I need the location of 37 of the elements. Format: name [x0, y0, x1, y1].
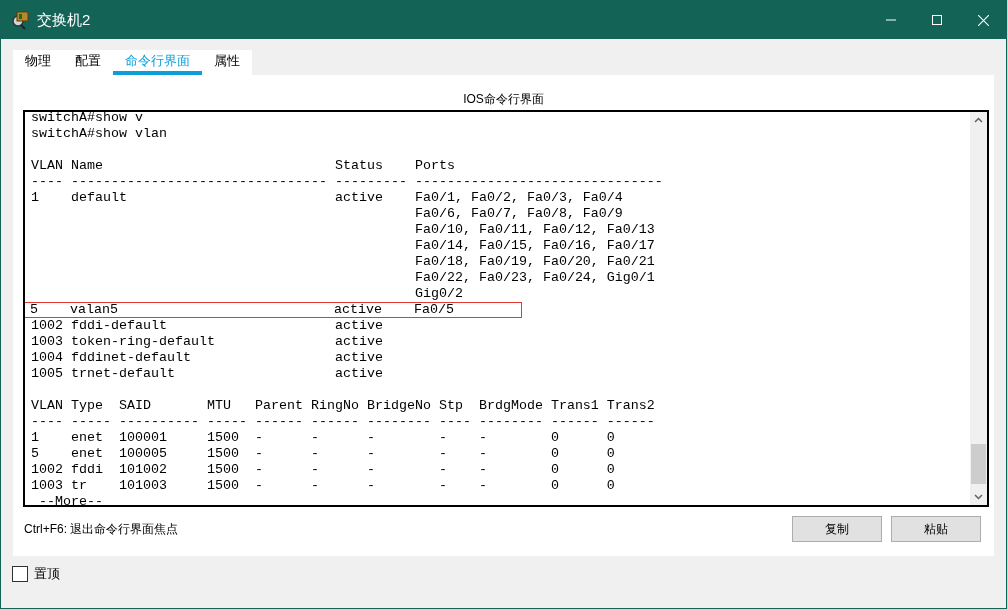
action-button[interactable]: 粘贴 — [891, 516, 981, 542]
terminal-line: Fa0/18, Fa0/19, Fa0/20, Fa0/21 — [413, 254, 656, 270]
terminal-line: ---- ----- ---------- ----- ------ ------ -------- ---- -------- ------ ------ — [30, 414, 656, 430]
terminal-line: 1002 fddi 101002 1500 - - - - - 0 0 — [30, 462, 616, 478]
terminal-line: switchA#show vlan — [30, 126, 168, 142]
checkbox[interactable] — [12, 565, 28, 582]
terminal-line: 1005 trnet-default active — [30, 366, 384, 382]
terminal-line: 1 enet 100001 1500 - - - - - 0 0 — [30, 430, 616, 446]
action-button[interactable]: 复制 — [792, 516, 882, 542]
panel-title: IOS命令行界面 — [463, 92, 544, 106]
terminal-line: ---- -------------------------------- --------- ------------------------------- — [30, 174, 664, 190]
terminal-line: VLAN Type SAID MTU Parent RingNo BridgeNo Stp BrdgMode Trans1 Trans2 — [30, 397, 656, 414]
terminal-line: switchA#show v — [30, 112, 144, 126]
terminal-line: 5 enet 100005 1500 - - - - - 0 0 — [30, 446, 616, 462]
tab[interactable]: 配置 — [63, 50, 113, 75]
terminal-line: Fa0/22, Fa0/23, Fa0/24, Gig0/1 — [413, 270, 656, 286]
terminal-line: VLAN Name Status Ports — [30, 157, 456, 174]
terminal-line: 1003 tr 101003 1500 - - - - - 0 0 — [30, 478, 616, 494]
terminal-line: 1 default active Fa0/1, Fa0/2, Fa0/3, Fa0/4 — [30, 190, 624, 206]
terminal-line: Fa0/14, Fa0/15, Fa0/16, Fa0/17 — [413, 238, 656, 254]
tab[interactable]: 物理 — [13, 50, 63, 75]
terminal-line: --More-- — [38, 494, 104, 505]
switch-icon — [11, 10, 31, 30]
window-title: 交换机2 — [37, 9, 91, 30]
checkbox-label: 置顶 — [34, 565, 60, 583]
terminal-line: 1004 fddinet-default active — [30, 350, 384, 366]
terminal-line: 1003 token-ring-default active — [30, 334, 384, 350]
terminal-line: Fa0/10, Fa0/11, Fa0/12, Fa0/13 — [413, 222, 656, 238]
tab[interactable]: 属性 — [202, 50, 252, 75]
scrollbar[interactable] — [970, 112, 987, 505]
terminal-line: Fa0/6, Fa0/7, Fa0/8, Fa0/9 — [413, 206, 624, 222]
close-icon — [977, 14, 989, 26]
shortcut-hint: Ctrl+F6: 退出命令行界面焦点 — [24, 521, 179, 538]
terminal-line: 1002 fddi-default active — [30, 318, 384, 334]
maximize-icon — [932, 15, 942, 25]
scroll-thumb[interactable] — [971, 444, 986, 484]
terminal-line: Gig0/2 — [413, 286, 464, 302]
